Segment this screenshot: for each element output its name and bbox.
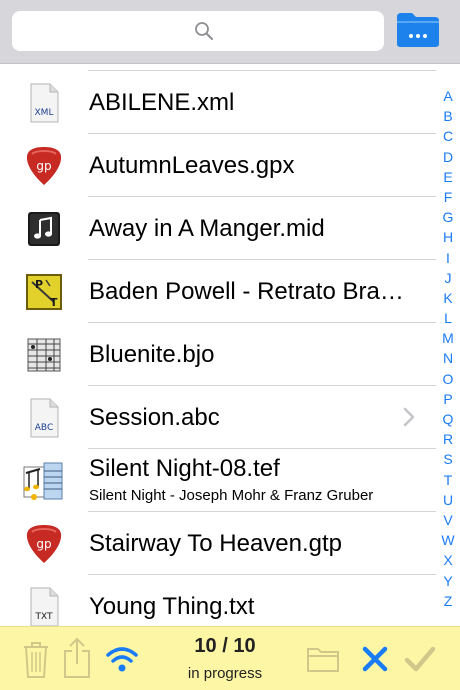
index-letter-d[interactable]: D: [437, 147, 459, 167]
share-icon[interactable]: [62, 637, 92, 679]
index-letter-m[interactable]: M: [437, 328, 459, 348]
file-row-away-in-a-manger[interactable]: Away in A Manger.mid: [0, 197, 436, 260]
file-name: Bluenite.bjo: [89, 341, 215, 368]
index-letter-z[interactable]: Z: [437, 591, 459, 611]
index-letter-u[interactable]: U: [437, 490, 459, 510]
top-bar: [0, 0, 460, 64]
section-index[interactable]: ABCDEFGHIJKLMNOPQRSTUVWXYZ: [437, 86, 459, 611]
file-name: Stairway To Heaven.gtp: [89, 530, 343, 557]
file-name: ABILENE.xml: [89, 89, 235, 116]
progress-label: in progress: [187, 665, 263, 682]
index-letter-c[interactable]: C: [437, 126, 459, 146]
index-letter-a[interactable]: A: [437, 86, 459, 106]
index-letter-o[interactable]: O: [437, 369, 459, 389]
abc-file-icon: ABC: [30, 398, 59, 438]
file-icon-label: gp: [36, 159, 51, 173]
tef-file-icon: [23, 462, 63, 500]
file-icon-label: ABC: [35, 423, 53, 433]
chevron-right-icon[interactable]: [402, 406, 416, 428]
file-row-abilene[interactable]: XML ABILENE.xml: [0, 71, 436, 134]
index-letter-s[interactable]: S: [437, 449, 459, 469]
checkmark-icon[interactable]: [404, 645, 436, 673]
trash-icon[interactable]: [22, 639, 50, 679]
index-letter-y[interactable]: Y: [437, 571, 459, 591]
file-row-young-thing[interactable]: TXT Young Thing.txt: [0, 575, 436, 626]
index-letter-w[interactable]: W: [437, 530, 459, 550]
file-row-stairway-to-heaven[interactable]: gp Stairway To Heaven.gtp: [0, 512, 436, 575]
file-icon-label: gp: [36, 537, 51, 551]
index-letter-q[interactable]: Q: [437, 409, 459, 429]
wifi-icon[interactable]: [106, 645, 138, 673]
file-icon-label: XML: [35, 108, 54, 118]
index-letter-k[interactable]: K: [437, 288, 459, 308]
xml-file-icon: XML: [30, 83, 59, 123]
search-icon: [195, 22, 213, 40]
index-letter-h[interactable]: H: [437, 227, 459, 247]
index-letter-g[interactable]: G: [437, 207, 459, 227]
file-row-autumn-leaves[interactable]: gp AutumnLeaves.gpx: [0, 134, 436, 197]
index-letter-x[interactable]: X: [437, 550, 459, 570]
index-letter-e[interactable]: E: [437, 167, 459, 187]
file-row-session[interactable]: ABC Session.abc: [0, 386, 436, 449]
index-letter-n[interactable]: N: [437, 348, 459, 368]
guitar-pick-icon: gp: [26, 525, 62, 563]
index-letter-l[interactable]: L: [437, 308, 459, 328]
file-row-baden-powell[interactable]: P T Baden Powell - Retrato Brasileiro: [0, 260, 436, 323]
power-tab-icon: P T: [26, 274, 62, 310]
index-letter-r[interactable]: R: [437, 429, 459, 449]
file-name: Away in A Manger.mid: [89, 215, 325, 242]
close-icon[interactable]: [361, 645, 389, 673]
search-input[interactable]: [12, 11, 384, 51]
index-letter-b[interactable]: B: [437, 106, 459, 126]
file-icon-label: P: [35, 278, 43, 291]
file-row-silent-night[interactable]: Silent Night-08.tef Silent Night - Josep…: [0, 449, 436, 512]
index-letter-f[interactable]: F: [437, 187, 459, 207]
file-name: Baden Powell - Retrato Brasileiro: [89, 278, 414, 305]
tablature-icon: [27, 338, 61, 372]
file-name: Session.abc: [89, 404, 220, 431]
index-letter-t[interactable]: T: [437, 470, 459, 490]
file-name: Young Thing.txt: [89, 593, 255, 620]
index-letter-v[interactable]: V: [437, 510, 459, 530]
index-letter-i[interactable]: I: [437, 248, 459, 268]
folder-icon[interactable]: [395, 11, 441, 49]
music-note-icon: [28, 212, 60, 246]
file-name: AutumnLeaves.gpx: [89, 152, 295, 179]
file-row-bluenite[interactable]: Bluenite.bjo: [0, 323, 436, 386]
progress-count: 10 / 10: [194, 635, 256, 657]
guitar-pick-icon: gp: [26, 147, 62, 185]
folder-outline-icon[interactable]: [306, 645, 340, 673]
index-letter-j[interactable]: J: [437, 268, 459, 288]
file-list: XML ABILENE.xml gp AutumnLeaves.gpx Away…: [0, 64, 436, 626]
index-letter-p[interactable]: P: [437, 389, 459, 409]
bottom-toolbar: 10 / 10 in progress: [0, 626, 460, 690]
file-icon-label: TXT: [34, 612, 53, 622]
file-subtitle: Silent Night - Joseph Mohr & Franz Grube…: [89, 487, 374, 504]
file-name: Silent Night-08.tef: [89, 455, 280, 482]
txt-file-icon: TXT: [30, 587, 59, 626]
file-icon-label: T: [50, 296, 58, 309]
